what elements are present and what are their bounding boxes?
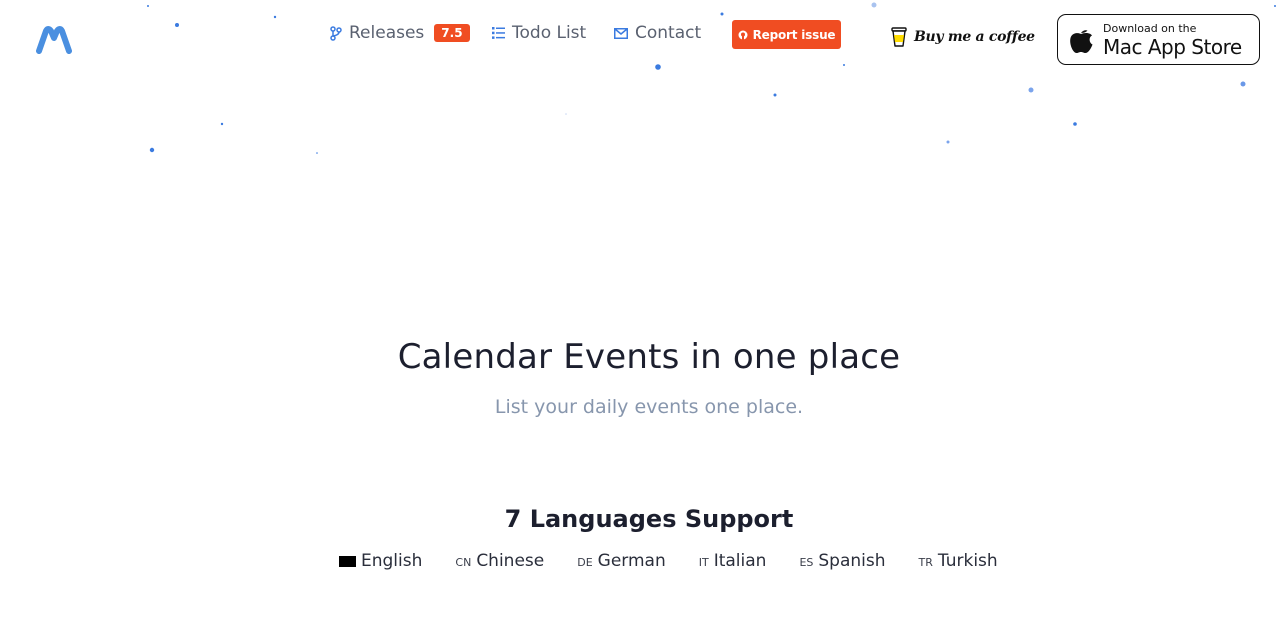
buy-me-a-coffee-button[interactable]: Buy me a coffee xyxy=(890,24,1035,50)
mail-icon xyxy=(614,27,628,39)
coffee-cup-icon xyxy=(891,27,907,47)
language-label: German xyxy=(597,551,666,571)
version-badge: 7.5 xyxy=(434,24,470,42)
language-item-spanish[interactable]: ES Spanish xyxy=(799,551,885,571)
language-code: ES xyxy=(799,556,814,569)
language-item-german[interactable]: DE German xyxy=(577,551,666,571)
language-item-turkish[interactable]: TR Turkish xyxy=(919,551,998,571)
mac-app-store-button[interactable]: Download on the Mac App Store xyxy=(1057,14,1260,65)
report-issue-label: Report issue xyxy=(752,27,836,42)
language-item-chinese[interactable]: CN Chinese xyxy=(455,551,544,571)
apple-icon xyxy=(1070,29,1093,53)
languages-list: English CN Chinese DE German IT Italian … xyxy=(339,549,998,573)
language-item-italian[interactable]: IT Italian xyxy=(699,551,767,571)
nav-contact-label: Contact xyxy=(635,23,702,43)
language-label: Spanish xyxy=(818,551,886,571)
flag-placeholder-icon xyxy=(339,555,356,567)
hero-title: Calendar Events in one place xyxy=(397,337,901,377)
language-code: TR xyxy=(918,556,933,569)
m-logo-icon[interactable] xyxy=(36,26,72,54)
nav-todo-link[interactable]: Todo List xyxy=(492,20,586,46)
language-label: Turkish xyxy=(937,551,998,571)
buy-me-a-coffee-label: Buy me a coffee xyxy=(914,29,1035,45)
list-icon xyxy=(492,27,505,39)
nav-contact-link[interactable]: Contact xyxy=(614,20,701,46)
github-icon xyxy=(738,30,748,40)
report-issue-button[interactable]: Report issue xyxy=(732,20,841,49)
language-code: DE xyxy=(577,556,593,569)
languages-title: 7 Languages Support xyxy=(504,505,794,533)
nav-todo-label: Todo List xyxy=(512,23,587,43)
language-code: CN xyxy=(455,556,472,569)
language-code: IT xyxy=(698,556,709,569)
language-label: Italian xyxy=(713,551,767,571)
branch-icon xyxy=(330,25,342,41)
nav-releases-link[interactable]: Releases 7.5 xyxy=(330,20,470,46)
appstore-big-text: Mac App Store xyxy=(1103,34,1242,59)
language-label: Chinese xyxy=(476,551,545,571)
appstore-small-text: Download on the xyxy=(1103,21,1197,35)
language-item-english[interactable]: English xyxy=(339,551,422,571)
nav-releases-label: Releases xyxy=(349,23,425,43)
hero-subtitle: List your daily events one place. xyxy=(494,396,804,418)
language-label: English xyxy=(361,551,423,571)
